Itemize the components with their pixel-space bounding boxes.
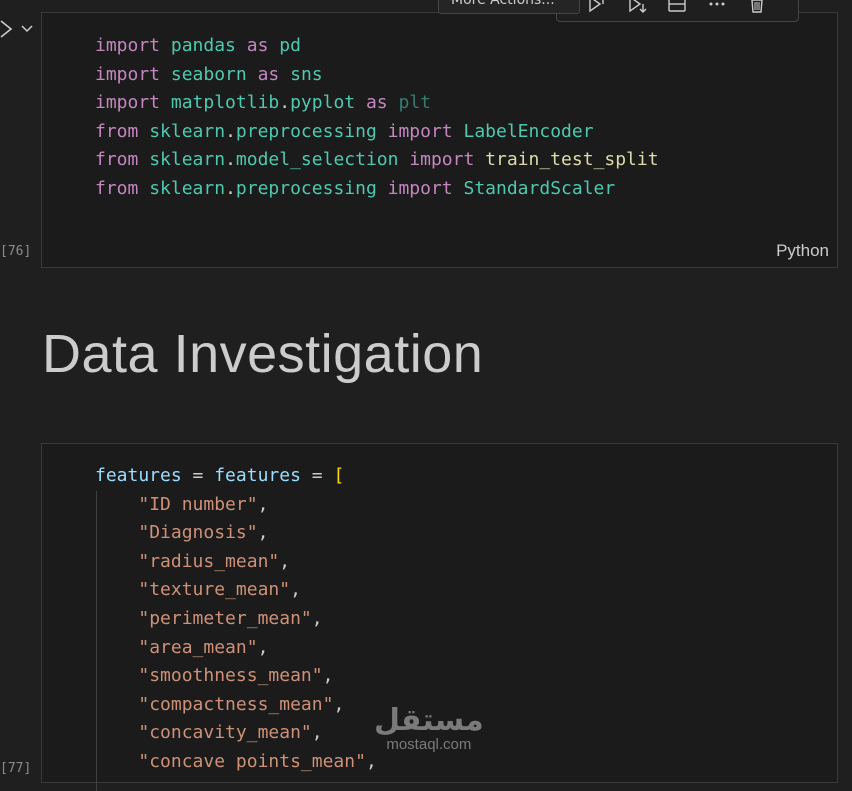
- string-literal: "radius_mean": [138, 550, 280, 572]
- code-token: seaborn: [160, 63, 258, 85]
- split-cell-icon[interactable]: [657, 0, 697, 18]
- code-token: preprocessing: [235, 120, 388, 142]
- code-token: model_selection: [235, 149, 410, 171]
- code-token: sklearn: [138, 120, 226, 142]
- code-line: "radius_mean",: [138, 550, 291, 572]
- code-token: sns: [279, 63, 323, 85]
- language-indicator[interactable]: Python: [776, 241, 829, 261]
- code-token: from: [95, 177, 139, 199]
- string-literal: "concavity_mean": [138, 722, 312, 744]
- markdown-heading: Data Investigation: [42, 324, 484, 384]
- code-token: =: [300, 465, 334, 486]
- code-line: "ID number",: [138, 493, 269, 515]
- code-token: train_test_split: [474, 149, 659, 171]
- code-line: import pandas as pd: [95, 32, 659, 61]
- code-token: import: [95, 35, 161, 56]
- code-token: preprocessing: [235, 177, 388, 199]
- code-line: from sklearn.preprocessing import Standa…: [95, 175, 659, 204]
- code-token: [: [333, 465, 345, 486]
- code-token: matplotlib: [160, 92, 280, 114]
- code-line: from sklearn.preprocessing import LabelE…: [95, 118, 659, 147]
- more-actions-tooltip: More Actions...: [438, 0, 580, 14]
- code-line: "perimeter_mean",: [138, 607, 323, 629]
- code-line: features = features = [: [95, 462, 377, 491]
- code-token: pandas: [160, 35, 247, 56]
- code-token: .: [225, 120, 236, 142]
- cell-toolbar: [556, 0, 799, 22]
- string-literal: "texture_mean": [138, 579, 291, 601]
- code-token: as: [365, 92, 388, 114]
- code-token: .: [225, 177, 236, 199]
- string-literal: "smoothness_mean": [138, 665, 323, 687]
- code-token: as: [257, 63, 280, 85]
- code-token: .: [225, 149, 236, 171]
- code-line: from sklearn.model_selection import trai…: [95, 146, 659, 175]
- watermark-url: mostaql.com: [386, 736, 472, 753]
- code-token: from: [95, 149, 139, 171]
- code-token: import: [95, 63, 161, 85]
- code-token: LabelEncoder: [452, 120, 594, 142]
- code-line: "area_mean",: [138, 636, 269, 658]
- code-token: features: [95, 465, 182, 486]
- code-line: import seaborn as sns: [95, 61, 659, 90]
- code-line: "texture_mean",: [138, 579, 301, 601]
- code-token: pd: [268, 35, 301, 56]
- run-cell-icon[interactable]: [0, 18, 14, 44]
- code-token: import: [387, 120, 453, 142]
- delete-icon[interactable]: [737, 0, 777, 18]
- code-token: pyplot: [290, 92, 366, 114]
- execution-count: [76]: [0, 244, 32, 259]
- watermark-logo: مستقل mostaql.com: [374, 705, 484, 753]
- string-literal: "perimeter_mean": [138, 607, 312, 629]
- more-icon[interactable]: [697, 0, 737, 18]
- code-token: .: [279, 92, 291, 114]
- run-below-icon[interactable]: [617, 0, 657, 18]
- string-literal: "ID number": [138, 493, 258, 515]
- string-literal: "compactness_mean": [138, 693, 334, 715]
- code-token: sklearn: [138, 177, 226, 199]
- code-token: import: [95, 92, 161, 114]
- code-line: "concave points_mean",: [138, 750, 377, 772]
- code-token: sklearn: [138, 149, 226, 171]
- code-line: import matplotlib.pyplot as plt: [95, 89, 659, 118]
- code-line: "compactness_mean",: [138, 693, 345, 715]
- code-cell-imports[interactable]: import pandas as pd import seaborn as sns…: [41, 12, 838, 268]
- code-token: =: [181, 465, 215, 486]
- cell-run-controls: [0, 18, 34, 44]
- code-token: features: [214, 465, 301, 486]
- code-line: "Diagnosis",: [138, 522, 269, 544]
- string-literal: "concave points_mean": [138, 750, 366, 772]
- string-literal: "Diagnosis": [138, 522, 258, 544]
- code-line: "smoothness_mean",: [138, 665, 334, 687]
- code-token: import: [409, 149, 475, 171]
- code-token: import: [387, 177, 453, 199]
- code-editor[interactable]: import pandas as pd import seaborn as sns…: [95, 32, 659, 204]
- execution-count: [77]: [0, 761, 32, 776]
- run-above-icon[interactable]: [577, 0, 617, 18]
- run-options-chevron-icon[interactable]: [20, 18, 34, 44]
- watermark-arabic: مستقل: [374, 703, 484, 738]
- string-literal: "area_mean": [138, 636, 258, 658]
- code-token: from: [95, 120, 139, 142]
- code-line: "concavity_mean",: [138, 722, 323, 744]
- code-token: StandardScaler: [452, 177, 616, 199]
- code-token: plt: [387, 92, 431, 114]
- code-editor[interactable]: features = features = [ "ID number", "Di…: [95, 462, 377, 777]
- code-token: as: [246, 35, 269, 56]
